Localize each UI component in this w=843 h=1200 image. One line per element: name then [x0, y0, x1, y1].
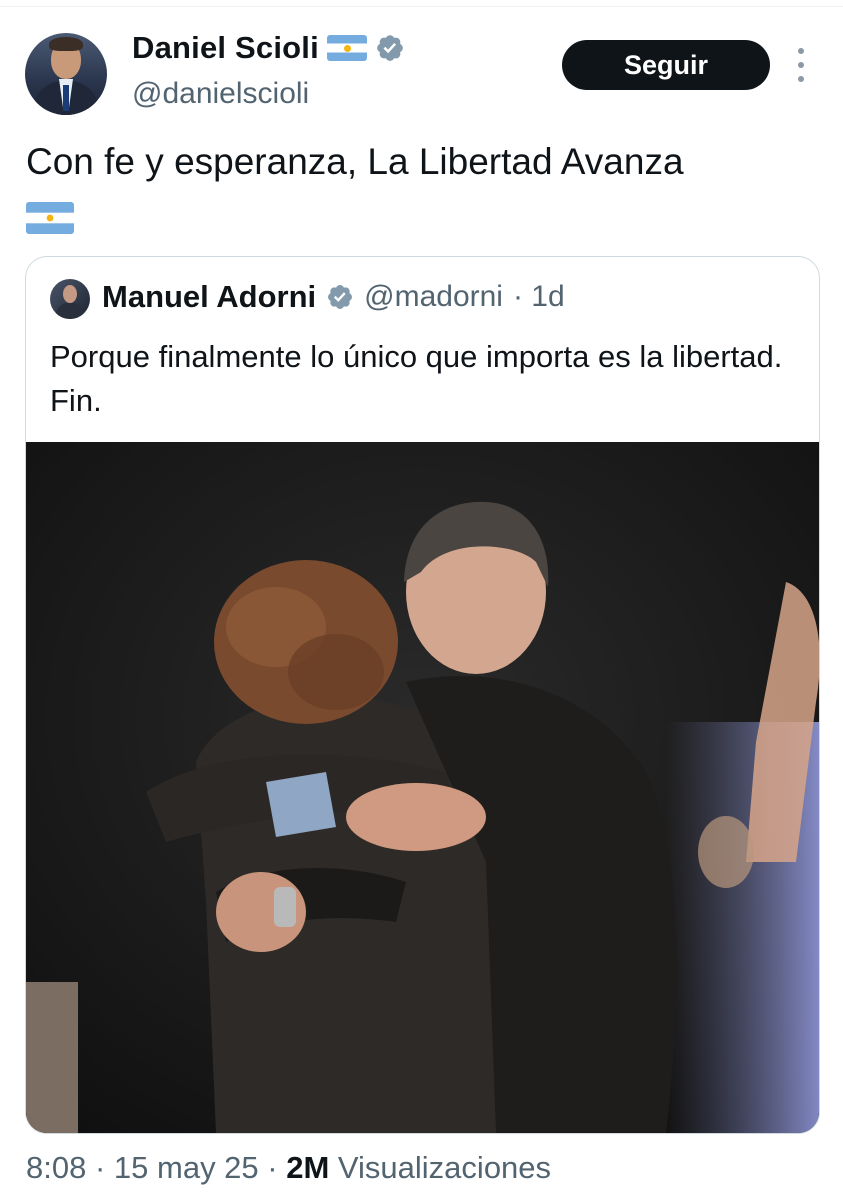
quoted-display-name[interactable]: Manuel Adorni [102, 279, 316, 315]
verified-badge-icon [328, 285, 353, 309]
author-display-name[interactable]: Daniel Scioli [132, 30, 319, 66]
meta-separator: · [258, 1150, 287, 1185]
views-count[interactable]: 2M [286, 1150, 329, 1185]
argentina-flag-icon [326, 35, 367, 61]
quoted-name-row: Manuel Adorni @madorni · 1d [102, 279, 565, 315]
quoted-handle[interactable]: @madorni [364, 280, 503, 314]
tweet-time[interactable]: 8:08 [26, 1150, 86, 1185]
quoted-tweet-photo[interactable] [26, 442, 819, 1133]
meta-separator: · [86, 1150, 114, 1185]
tweet-meta: 8:08 · 15 may 25 · 2M Visualizaciones [26, 1150, 551, 1186]
more-options-icon[interactable] [792, 48, 810, 82]
verified-badge-icon [377, 35, 403, 61]
avatar-hair [49, 37, 83, 51]
author-name-row: Daniel Scioli [132, 30, 405, 66]
tweet-text: Con fe y esperanza, La Libertad Avanza [26, 141, 684, 182]
views-label: Visualizaciones [329, 1150, 552, 1185]
follow-button[interactable]: Seguir [562, 40, 770, 90]
tweet-date[interactable]: 15 may 25 [114, 1150, 259, 1185]
author-avatar[interactable] [25, 33, 107, 115]
quoted-tweet-card[interactable]: Manuel Adorni @madorni · 1d Porque final… [25, 256, 820, 1134]
quoted-timestamp[interactable]: · 1d [513, 280, 565, 314]
argentina-flag-icon [26, 202, 74, 234]
avatar-tie [63, 85, 69, 111]
quoted-author-avatar[interactable] [50, 279, 90, 319]
quoted-tweet-text: Porque finalmente lo único que importa e… [50, 339, 783, 418]
top-divider [0, 6, 843, 7]
author-handle[interactable]: @danielscioli [132, 77, 309, 111]
